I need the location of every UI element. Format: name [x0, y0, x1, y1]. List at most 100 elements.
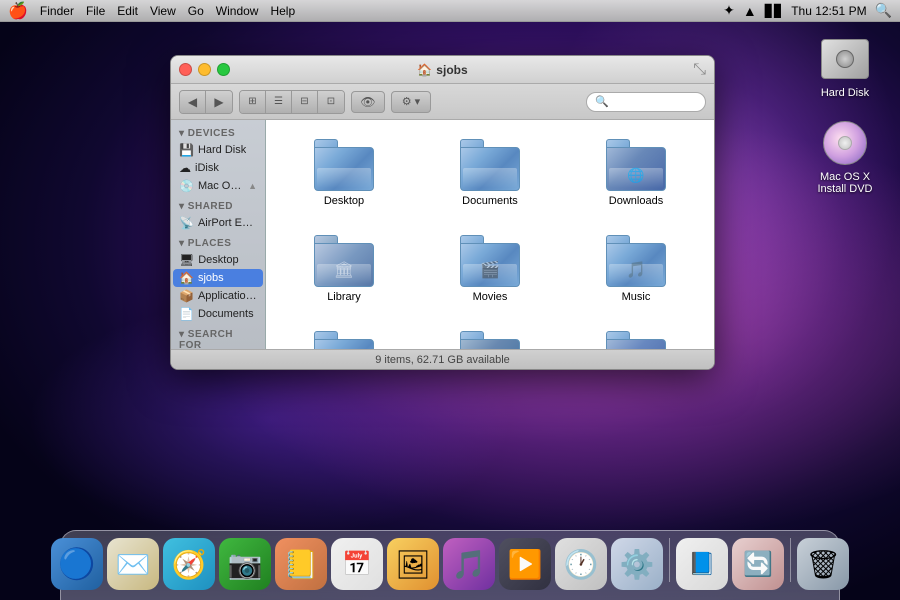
folder-tab [460, 139, 484, 147]
sidebar-item-macosdvd[interactable]: 💿 Mac OS X I... ▲ [171, 177, 265, 195]
file-item-public[interactable]: 👥 Public [445, 327, 535, 349]
folder-tab [460, 235, 484, 243]
folder-body: 🌐 [606, 147, 666, 191]
dock-item-iphoto[interactable]: 🖼 [387, 538, 439, 590]
folder-tab [606, 235, 630, 243]
sidebar-desktop-label: Desktop [198, 254, 238, 266]
file-item-desktop[interactable]: Desktop [299, 135, 389, 211]
window-title-icon: 🏠 [417, 63, 432, 77]
search-input[interactable] [613, 96, 693, 108]
harddisk-icon: 💾 [179, 143, 194, 157]
menu-finder[interactable]: Finder [40, 4, 74, 18]
dock-item-quicktime[interactable]: ▶️ [499, 538, 551, 590]
sidebar-item-airport[interactable]: 📡 AirPort Extreme [171, 214, 265, 232]
battery-icon[interactable]: ▊▊ [765, 4, 783, 18]
dock-item-trash[interactable]: 🗑 [797, 538, 849, 590]
sidebar-item-applications[interactable]: 📦 Applications [171, 287, 265, 305]
menu-help[interactable]: Help [270, 4, 295, 18]
documents-sidebar-icon: 📄 [179, 307, 194, 321]
file-label-desktop: Desktop [324, 195, 364, 207]
sidebar-item-desktop[interactable]: 🖥 Desktop [171, 251, 265, 269]
sidebar-item-idisk[interactable]: ☁ iDisk [171, 159, 265, 177]
dock-item-systemprefs[interactable]: ⚙️ [611, 538, 663, 590]
sidebar: ▾ DEVICES 💾 Hard Disk ☁ iDisk 💿 Mac OS X… [171, 120, 266, 349]
dock-item-facetime[interactable]: 📷 [219, 538, 271, 590]
desktop: 🍎 Finder File Edit View Go Window Help ✦… [0, 0, 900, 600]
folder-body: 🏛 [314, 243, 374, 287]
resize-icon[interactable]: ⤡ [693, 61, 706, 79]
view-icon-btn[interactable]: ⊞ [240, 91, 266, 113]
sidebar-heading-shared: ▾ SHARED [171, 199, 265, 214]
file-label-downloads: Downloads [609, 195, 663, 207]
dock-item-mail[interactable]: ✉️ [107, 538, 159, 590]
sidebar-item-sjobs[interactable]: 🏠 sjobs [173, 269, 263, 287]
dock-item-finder[interactable]: 🔵 [51, 538, 103, 590]
dvd-disc-icon [823, 121, 867, 165]
dock-item-php[interactable]: 📘 [676, 538, 728, 590]
dock-item-itunes[interactable]: 🎵 [443, 538, 495, 590]
menu-file[interactable]: File [86, 4, 105, 18]
spotlight-icon[interactable]: 🔍 [875, 2, 892, 19]
sidebar-documents-label: Documents [198, 308, 254, 320]
dock-item-safari[interactable]: 🧭 [163, 538, 215, 590]
view-column-btn[interactable]: ⊟ [292, 91, 318, 113]
file-item-pictures[interactable]: 📷 Pictures [299, 327, 389, 349]
file-item-documents[interactable]: Documents [445, 135, 535, 211]
file-area: Desktop Documents [266, 120, 714, 349]
sidebar-places: ▾ PLACES 🖥 Desktop 🏠 sjobs 📦 Application… [171, 236, 265, 323]
desktop-icon-dvd[interactable]: Mac OS X Install DVD [805, 119, 885, 195]
menu-view[interactable]: View [150, 4, 176, 18]
file-label-music: Music [622, 291, 651, 303]
airport-icon: 📡 [179, 216, 194, 230]
back-button[interactable]: ◀ [180, 91, 206, 113]
sidebar-item-harddisk[interactable]: 💾 Hard Disk [171, 141, 265, 159]
desktop-icon-harddisk[interactable]: Hard Disk [821, 35, 869, 99]
dvd-center [838, 136, 852, 150]
addressbook-dock-icon: 📒 [275, 538, 327, 590]
dock-item-addressbook[interactable]: 📒 [275, 538, 327, 590]
desktop-sidebar-icon: 🖥 [179, 253, 194, 267]
window-toolbar: ◀ ▶ ⊞ ☰ ⊟ ⊡ 👁 ⚙ ▾ 🔍 [171, 84, 714, 120]
search-box[interactable]: 🔍 [586, 92, 706, 112]
quicklook-button[interactable]: 👁 [351, 91, 385, 113]
file-label-documents: Documents [462, 195, 518, 207]
dvd-label: Mac OS X Install DVD [805, 171, 885, 195]
menu-go[interactable]: Go [188, 4, 204, 18]
menu-window[interactable]: Window [216, 4, 259, 18]
forward-button[interactable]: ▶ [206, 91, 232, 113]
file-item-downloads[interactable]: 🌐 Downloads [591, 135, 681, 211]
sidebar-item-documents[interactable]: 📄 Documents [171, 305, 265, 323]
dock-item-clock[interactable]: 🕐 [555, 538, 607, 590]
idisk-icon: ☁ [179, 161, 191, 175]
sidebar-idisk-label: iDisk [195, 162, 219, 174]
menu-edit[interactable]: Edit [117, 4, 138, 18]
apple-menu[interactable]: 🍎 [8, 1, 28, 21]
folder-movies-icon: 🎬 [460, 235, 520, 287]
file-item-library[interactable]: 🏛 Library [299, 231, 389, 307]
folder-sheen [463, 168, 517, 188]
folder-sheen [317, 168, 371, 188]
folder-body: 🌐 [606, 339, 666, 349]
quicktime-dock-icon: ▶️ [499, 538, 551, 590]
minimize-button[interactable] [198, 63, 211, 76]
action-button[interactable]: ⚙ ▾ [391, 91, 431, 113]
folder-tab [460, 331, 484, 339]
dock-item-ical[interactable]: 📅 [331, 538, 383, 590]
window-title: 🏠 sjobs [417, 63, 467, 77]
bluetooth-icon[interactable]: ✦ [723, 2, 735, 19]
wifi-icon[interactable]: ▲ [743, 3, 757, 19]
folder-tab [314, 235, 338, 243]
file-item-movies[interactable]: 🎬 Movies [445, 231, 535, 307]
view-list-btn[interactable]: ☰ [266, 91, 292, 113]
maximize-button[interactable] [217, 63, 230, 76]
folder-tab [314, 139, 338, 147]
folder-tab [606, 331, 630, 339]
finder-dock-icon: 🔵 [51, 538, 103, 590]
view-cover-btn[interactable]: ⊡ [318, 91, 344, 113]
itunes-dock-icon: 🎵 [443, 538, 495, 590]
file-item-sites[interactable]: 🌐 Sites [591, 327, 681, 349]
file-item-music[interactable]: 🎵 Music [591, 231, 681, 307]
dock-item-app2[interactable]: 🔄 [732, 538, 784, 590]
close-button[interactable] [179, 63, 192, 76]
sidebar-dvd-label: Mac OS X I... [198, 180, 244, 192]
